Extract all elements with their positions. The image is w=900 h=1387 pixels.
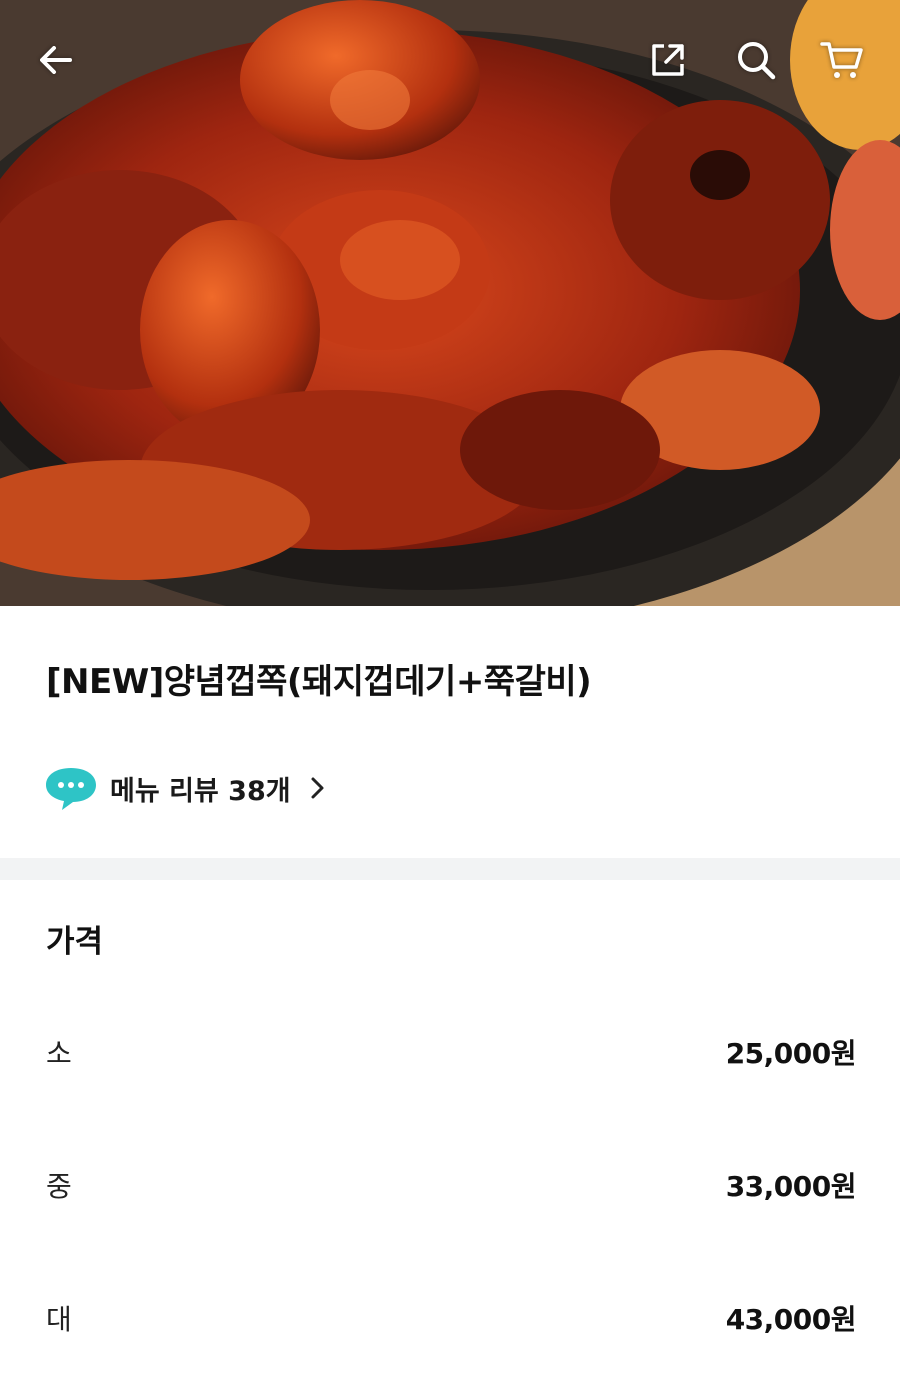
price-option-large[interactable]: 대 43,000원	[46, 1293, 857, 1343]
price-heading: 가격	[46, 924, 104, 960]
search-icon	[738, 42, 776, 80]
price-option-small[interactable]: 소 25,000원	[46, 1027, 857, 1077]
search-button[interactable]	[732, 36, 780, 84]
menu-title: [NEW]양념껍쪽(돼지껍데기+쭉갈비)	[46, 662, 592, 702]
size-label: 소	[46, 1037, 72, 1070]
section-divider	[0, 858, 900, 880]
arrow-left-icon	[40, 46, 72, 74]
price-amount: 25,000원	[725, 1037, 857, 1070]
price-amount: 43,000원	[725, 1303, 857, 1336]
chat-bubble-icon	[46, 768, 96, 810]
food-photo	[0, 0, 900, 606]
cart-button[interactable]	[818, 36, 866, 84]
share-icon	[652, 44, 684, 76]
cart-icon	[820, 42, 863, 78]
size-label: 중	[46, 1170, 72, 1203]
share-button[interactable]	[644, 36, 692, 84]
chevron-right-icon	[311, 777, 324, 799]
back-button[interactable]	[32, 36, 80, 84]
top-bar	[0, 0, 900, 120]
price-option-medium[interactable]: 중 33,000원	[46, 1160, 857, 1210]
size-label: 대	[46, 1303, 72, 1336]
price-amount: 33,000원	[725, 1170, 857, 1203]
menu-review-link[interactable]: 메뉴 리뷰 38개	[44, 762, 325, 814]
review-count-label: 메뉴 리뷰 38개	[110, 775, 291, 807]
